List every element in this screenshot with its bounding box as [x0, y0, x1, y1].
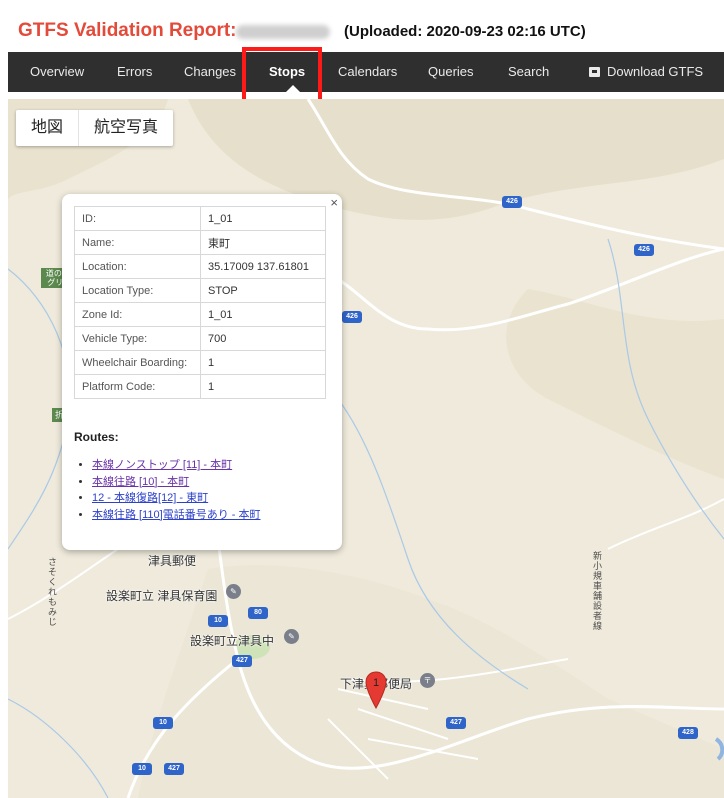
route-shield-80: 80: [248, 607, 268, 619]
route-shield-426: 426: [502, 196, 522, 208]
field-value: 1_01: [200, 206, 326, 231]
field-value: 1: [200, 374, 326, 399]
nav-overview[interactable]: Overview: [30, 52, 84, 92]
field-key: Location:: [74, 254, 201, 279]
route-link[interactable]: 本線ノンストップ [11] - 本町: [92, 459, 232, 471]
route-shield-426: 426: [342, 311, 362, 323]
nav-errors[interactable]: Errors: [117, 52, 152, 92]
table-row: Zone Id: 1_01: [74, 302, 326, 327]
uploaded-timestamp: (Uploaded: 2020-09-23 02:16 UTC): [344, 23, 586, 40]
school-pin-icon[interactable]: ✎: [284, 629, 299, 644]
nursery-label: 設楽町立 津具保育園: [106, 589, 218, 603]
field-key: Zone Id:: [74, 302, 201, 327]
table-row: ID: 1_01: [74, 206, 326, 231]
field-key: Name:: [74, 230, 201, 255]
map-type-map-button[interactable]: 地図: [16, 110, 78, 146]
field-value: 1: [200, 350, 326, 375]
list-item: 本線往路 [110]電話番号あり - 本町: [92, 507, 260, 524]
routes-list: 本線ノンストップ [11] - 本町 本線往路 [10] - 本町 12 - 本…: [92, 457, 260, 523]
post-office-pin-icon[interactable]: 〒: [420, 673, 435, 688]
field-value: 700: [200, 326, 326, 351]
field-key: Location Type:: [74, 278, 201, 303]
route-shield-10: 10: [153, 717, 173, 729]
table-row: Vehicle Type: 700: [74, 326, 326, 351]
route-link[interactable]: 本線往路 [110]電話番号あり - 本町: [92, 509, 260, 521]
route-shield-10: 10: [132, 763, 152, 775]
vertical-road-label: さそくれもみじ: [47, 557, 57, 627]
vertical-road-label: 新小規車舗設者線: [592, 551, 602, 631]
post-office-label-top: 津具郵便: [148, 554, 197, 568]
field-value: 東町: [200, 230, 326, 255]
stop-marker-label: 1: [373, 677, 379, 689]
list-item: 12 - 本線復路[12] - 東町: [92, 490, 260, 507]
table-row: Name: 東町: [74, 230, 326, 255]
nav-bar: Overview Errors Changes Stops Calendars …: [8, 52, 724, 92]
nav-search[interactable]: Search: [508, 52, 549, 92]
route-link[interactable]: 12 - 本線復路[12] - 東町: [92, 492, 208, 504]
route-shield-428: 428: [678, 727, 698, 739]
nav-download-gtfs[interactable]: Download GTFS: [589, 52, 703, 92]
field-key: Platform Code:: [74, 374, 201, 399]
field-value: 35.17009 137.61801: [200, 254, 326, 279]
stop-marker-icon[interactable]: 1: [365, 671, 387, 709]
routes-heading: Routes:: [74, 430, 119, 444]
field-key: ID:: [74, 206, 201, 231]
nav-queries[interactable]: Queries: [428, 52, 474, 92]
field-value: STOP: [200, 278, 326, 303]
stops-highlight-box: [242, 47, 322, 104]
blurred-feed-name: [236, 25, 330, 39]
field-key: Vehicle Type:: [74, 326, 201, 351]
route-shield-427: 427: [232, 655, 252, 667]
route-shield-426: 426: [634, 244, 654, 256]
close-icon[interactable]: ×: [330, 195, 338, 210]
report-title: GTFS Validation Report:: [18, 20, 237, 41]
table-row: Wheelchair Boarding: 1: [74, 350, 326, 375]
stop-info-window: × ID: 1_01 Name: 東町 Location: 35.17009 137.…: [62, 194, 342, 550]
stop-details-table: ID: 1_01 Name: 東町 Location: 35.17009 137.61…: [74, 206, 326, 399]
table-row: Location: 35.17009 137.61801: [74, 254, 326, 279]
school-pin-icon[interactable]: ✎: [226, 584, 241, 599]
nav-changes[interactable]: Changes: [184, 52, 236, 92]
map-type-control: 地図 航空写真: [16, 110, 174, 146]
table-row: Location Type: STOP: [74, 278, 326, 303]
field-key: Wheelchair Boarding:: [74, 350, 201, 375]
list-item: 本線ノンストップ [11] - 本町: [92, 457, 260, 474]
route-link[interactable]: 本線往路 [10] - 本町: [92, 476, 189, 488]
nav-download-label: Download GTFS: [607, 64, 704, 79]
route-shield-10: 10: [208, 615, 228, 627]
download-icon: [589, 67, 600, 77]
list-item: 本線往路 [10] - 本町: [92, 474, 260, 491]
nav-calendars[interactable]: Calendars: [338, 52, 397, 92]
map-type-satellite-button[interactable]: 航空写真: [79, 110, 173, 146]
field-value: 1_01: [200, 302, 326, 327]
route-shield-427: 427: [164, 763, 184, 775]
report-header: GTFS Validation Report: (Uploaded: 2020-…: [8, 8, 724, 52]
table-row: Platform Code: 1: [74, 374, 326, 399]
route-shield-427: 427: [446, 717, 466, 729]
junior-high-label: 設楽町立津具中: [190, 634, 275, 648]
